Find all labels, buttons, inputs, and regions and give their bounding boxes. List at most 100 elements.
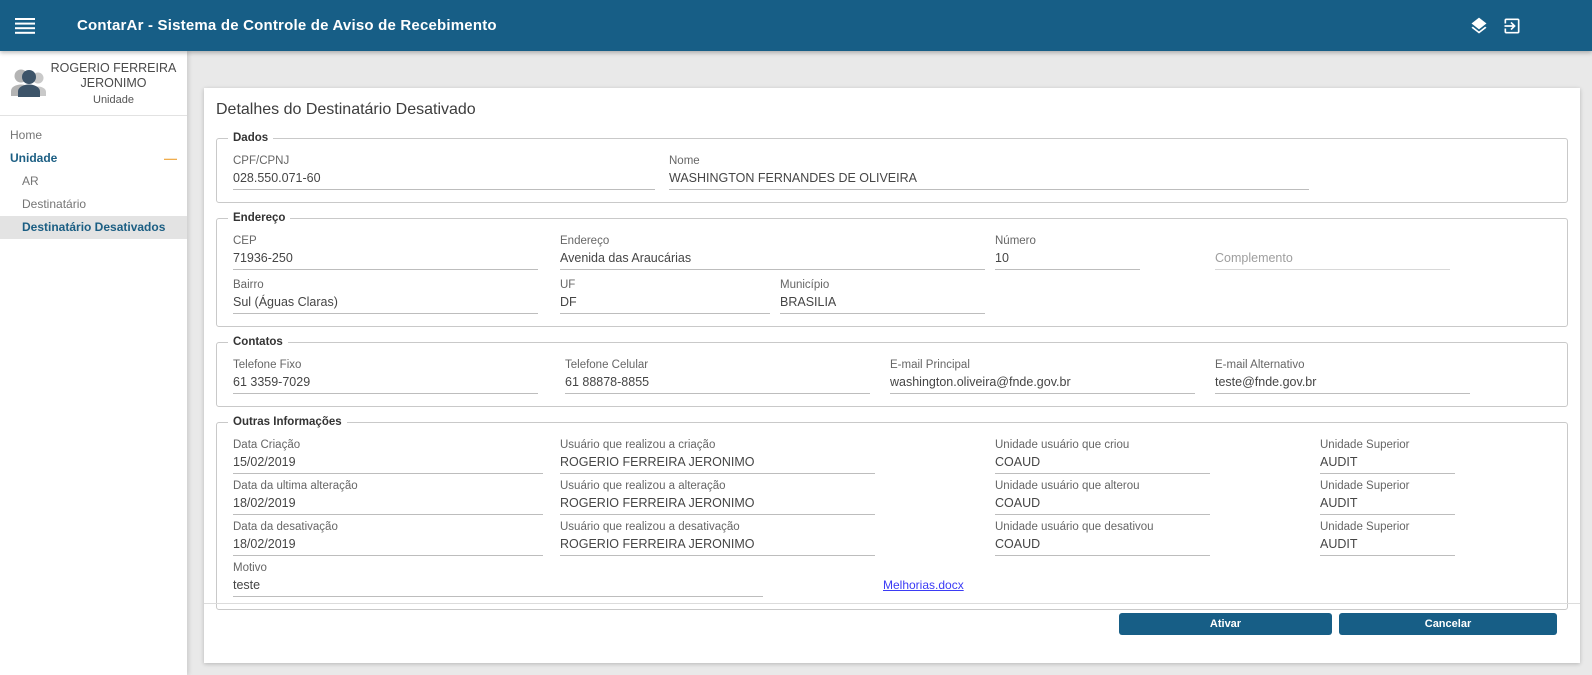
unidade-superior-field: Unidade Superior AUDIT <box>1320 438 1455 474</box>
field-value: COAUD <box>995 493 1210 515</box>
sidebar-item-home[interactable]: Home <box>0 124 187 147</box>
field-label: Nome <box>669 154 1309 168</box>
field-value: 18/02/2019 <box>233 534 543 556</box>
motivo-field: Motivo teste <box>233 561 763 597</box>
field-label: E-mail Principal <box>890 358 1195 372</box>
field-label: Unidade usuário que desativou <box>995 520 1210 534</box>
field-label: Unidade Superior <box>1320 520 1455 534</box>
sidebar-item-destinatario-desativados[interactable]: Destinatário Desativados <box>0 216 187 239</box>
cancelar-button[interactable]: Cancelar <box>1339 613 1557 635</box>
field-label: E-mail Alternativo <box>1215 358 1470 372</box>
telefone-celular-field: Telefone Celular 61 88878-8855 <box>565 358 870 394</box>
municipio-field: Município BRASILIA <box>780 278 985 314</box>
field-value: AUDIT <box>1320 534 1455 556</box>
field-value: ROGERIO FERREIRA JERONIMO <box>560 452 875 474</box>
cpf-cnpj-field: CPF/CPNJ 028.550.071-60 <box>233 154 655 190</box>
ativar-button[interactable]: Ativar <box>1119 613 1332 635</box>
field-value: WASHINGTON FERNANDES DE OLIVEIRA <box>669 168 1309 190</box>
field-label: Telefone Celular <box>565 358 870 372</box>
field-label: Data da ultima alteração <box>233 479 543 493</box>
nome-field: Nome WASHINGTON FERNANDES DE OLIVEIRA <box>669 154 1309 190</box>
field-label: CEP <box>233 234 538 248</box>
field-label: Telefone Fixo <box>233 358 538 372</box>
section-contatos: Contatos Telefone Fixo 61 3359-7029 Tele… <box>216 336 1568 407</box>
sidebar-item-label: Home <box>10 128 42 142</box>
card-footer: Ativar Cancelar <box>204 603 1580 635</box>
field-label <box>1215 234 1450 248</box>
page-title: Detalhes do Destinatário Desativado <box>216 101 1568 119</box>
section-legend: Outras Informações <box>228 416 347 428</box>
sidebar: ROGERIO FERREIRA JERONIMO Unidade Home U… <box>0 51 187 675</box>
numero-field: Número 10 <box>995 234 1140 270</box>
app-title: ContarAr - Sistema de Controle de Aviso … <box>77 17 497 34</box>
field-value: ROGERIO FERREIRA JERONIMO <box>560 534 875 556</box>
usuario-alteracao-field: Usuário que realizou a alteração ROGERIO… <box>560 479 875 515</box>
user-card: ROGERIO FERREIRA JERONIMO Unidade <box>0 51 187 116</box>
field-label: Número <box>995 234 1140 248</box>
bairro-field: Bairro Sul (Águas Claras) <box>233 278 538 314</box>
telefone-fixo-field: Telefone Fixo 61 3359-7029 <box>233 358 538 394</box>
complemento-field: Complemento <box>1215 234 1450 270</box>
menu-icon[interactable] <box>15 18 35 34</box>
section-dados: Dados CPF/CPNJ 028.550.071-60 Nome WASHI… <box>216 132 1568 203</box>
uf-field: UF DF <box>560 278 770 314</box>
topbar: ContarAr - Sistema de Controle de Aviso … <box>0 0 1592 51</box>
attachment-link[interactable]: Melhorias.docx <box>883 578 964 597</box>
unidade-superior-field: Unidade Superior AUDIT <box>1320 520 1455 556</box>
field-label: Motivo <box>233 561 763 575</box>
sidebar-item-label: Unidade <box>10 151 57 165</box>
unidade-desativou-field: Unidade usuário que desativou COAUD <box>995 520 1210 556</box>
field-value: BRASILIA <box>780 292 985 314</box>
field-label: Data Criação <box>233 438 543 452</box>
unidade-alterou-field: Unidade usuário que alterou COAUD <box>995 479 1210 515</box>
section-endereco: Endereço CEP 71936-250 Endereço Avenida … <box>216 212 1568 327</box>
field-value: teste <box>233 575 763 597</box>
field-label: Unidade Superior <box>1320 438 1455 452</box>
field-label: Endereço <box>560 234 985 248</box>
user-avatar-icon <box>8 65 48 101</box>
field-value: 71936-250 <box>233 248 538 270</box>
endereco-field: Endereço Avenida das Araucárias <box>560 234 985 270</box>
field-label: Data da desativação <box>233 520 543 534</box>
details-card: Detalhes do Destinatário Desativado Dado… <box>204 88 1580 663</box>
field-label: Usuário que realizou a desativação <box>560 520 875 534</box>
data-criacao-field: Data Criação 15/02/2019 <box>233 438 543 474</box>
collapse-icon[interactable]: — <box>164 147 177 170</box>
data-alteracao-field: Data da ultima alteração 18/02/2019 <box>233 479 543 515</box>
field-value: Sul (Águas Claras) <box>233 292 538 314</box>
field-value: COAUD <box>995 452 1210 474</box>
email-alternativo-field: E-mail Alternativo teste@fnde.gov.br <box>1215 358 1470 394</box>
sidebar-item-destinatario[interactable]: Destinatário <box>0 193 187 216</box>
field-value: 15/02/2019 <box>233 452 543 474</box>
field-value: Avenida das Araucárias <box>560 248 985 270</box>
email-principal-field: E-mail Principal washington.oliveira@fnd… <box>890 358 1195 394</box>
section-legend: Endereço <box>228 212 290 224</box>
field-value: washington.oliveira@fnde.gov.br <box>890 372 1195 394</box>
sidebar-item-label: Destinatário <box>22 197 86 211</box>
sidebar-menu: Home Unidade — AR Destinatário Destinatá… <box>0 116 187 239</box>
field-label: Unidade usuário que criou <box>995 438 1210 452</box>
field-value: 61 88878-8855 <box>565 372 870 394</box>
field-label: Unidade Superior <box>1320 479 1455 493</box>
field-label: Município <box>780 278 985 292</box>
usuario-criacao-field: Usuário que realizou a criação ROGERIO F… <box>560 438 875 474</box>
field-label: Unidade usuário que alterou <box>995 479 1210 493</box>
topbar-actions <box>1469 16 1522 36</box>
data-desativacao-field: Data da desativação 18/02/2019 <box>233 520 543 556</box>
section-legend: Dados <box>228 132 273 144</box>
logout-icon[interactable] <box>1502 16 1522 36</box>
user-name: ROGERIO FERREIRA JERONIMO <box>48 61 179 91</box>
layers-icon[interactable] <box>1469 16 1489 36</box>
usuario-desativacao-field: Usuário que realizou a desativação ROGER… <box>560 520 875 556</box>
sidebar-item-ar[interactable]: AR <box>0 170 187 193</box>
field-value: 028.550.071-60 <box>233 168 655 190</box>
unidade-criou-field: Unidade usuário que criou COAUD <box>995 438 1210 474</box>
field-label: Usuário que realizou a criação <box>560 438 875 452</box>
field-label: CPF/CPNJ <box>233 154 655 168</box>
sidebar-item-unidade[interactable]: Unidade — <box>0 147 187 170</box>
field-value: AUDIT <box>1320 493 1455 515</box>
sidebar-item-label: AR <box>22 174 39 188</box>
section-legend: Contatos <box>228 336 288 348</box>
field-value: 18/02/2019 <box>233 493 543 515</box>
complemento-placeholder: Complemento <box>1215 248 1450 270</box>
